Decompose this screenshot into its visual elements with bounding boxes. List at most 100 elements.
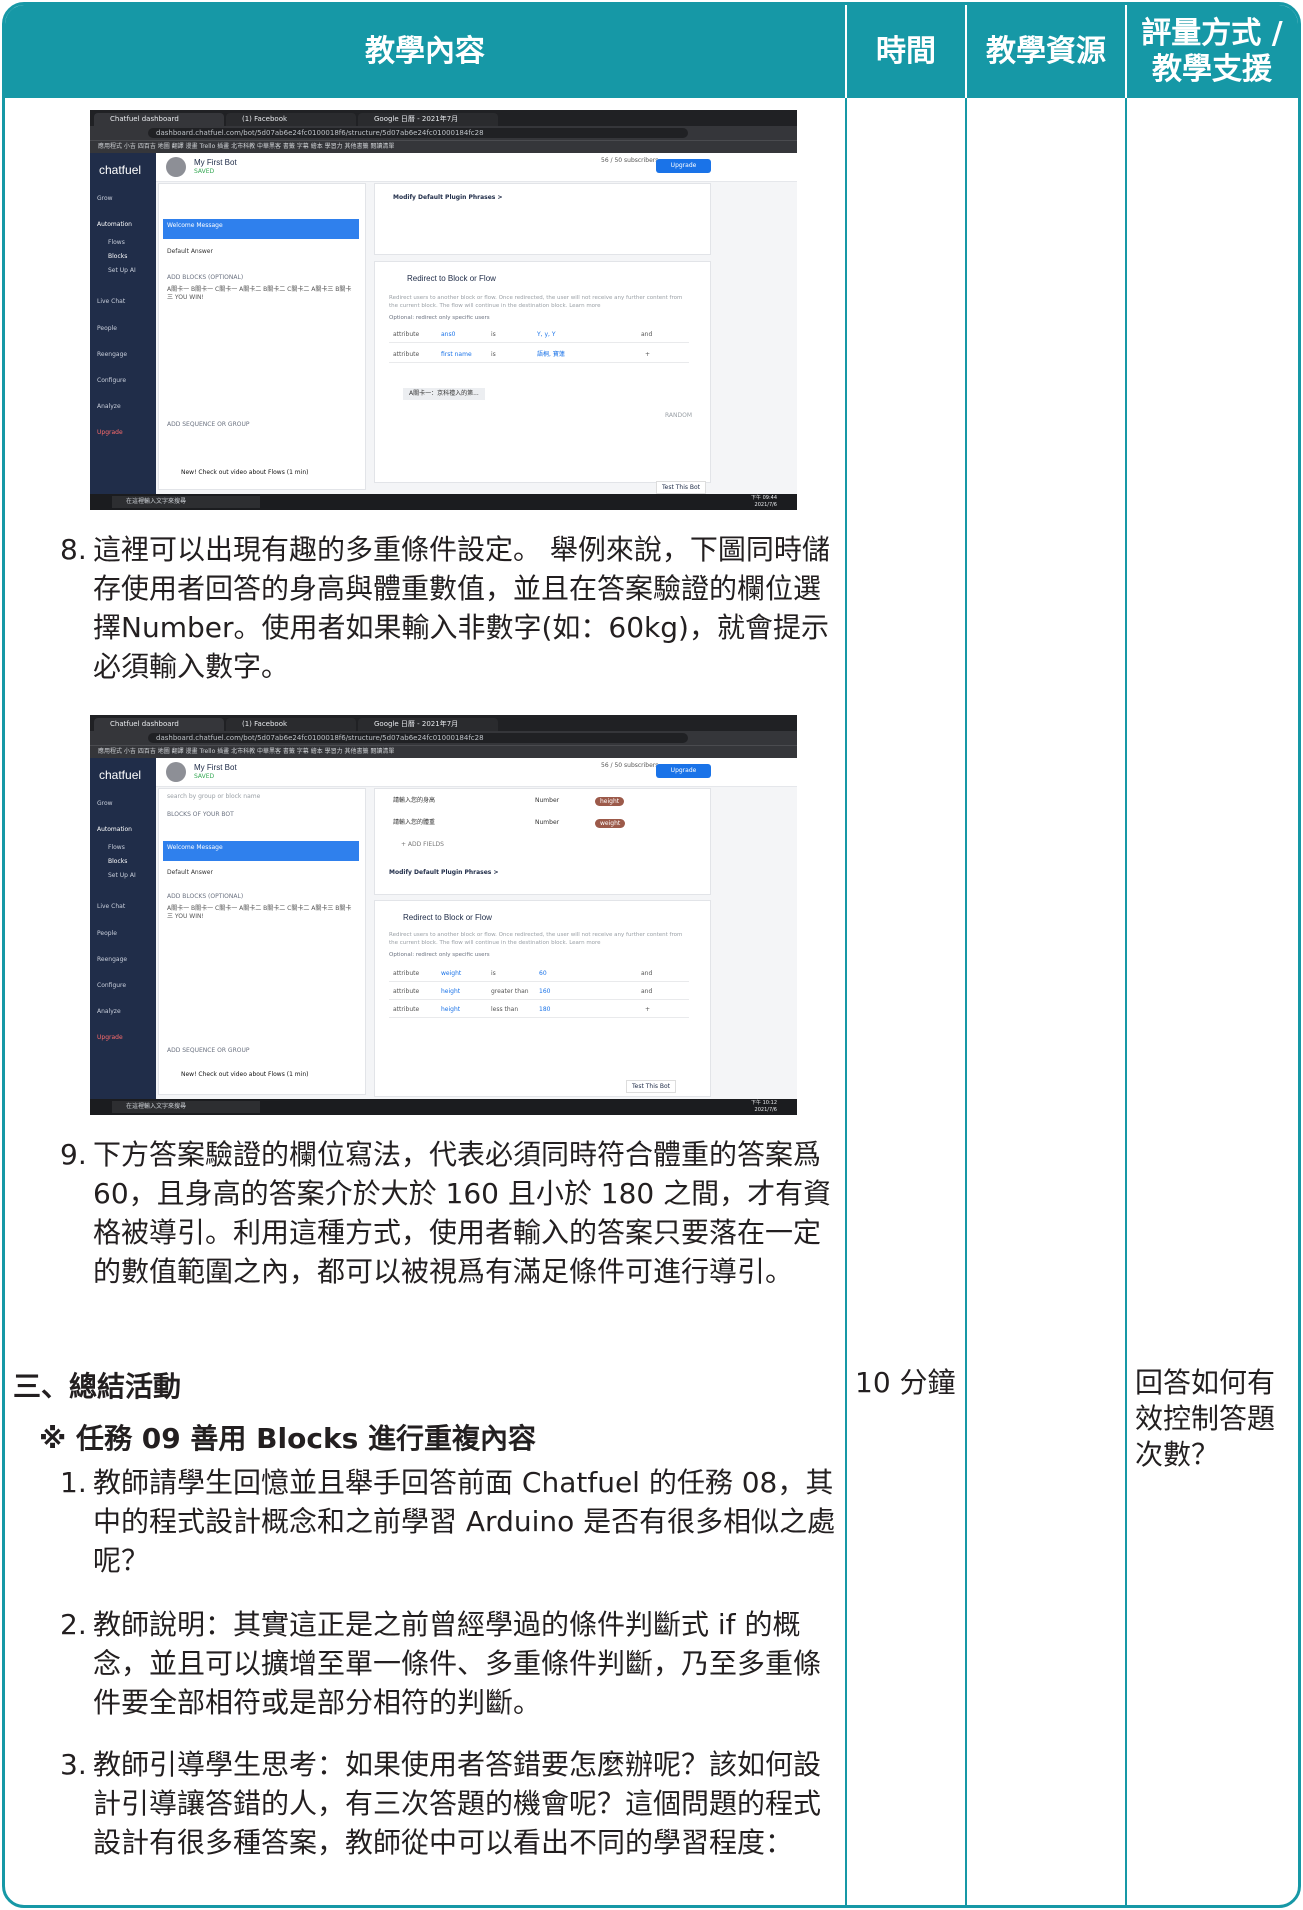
summary-item-3: 教師引導學生思考：如果使用者答錯要怎麼辦呢？該如何設計引導讓答錯的人，有三次答題… <box>93 1748 822 1859</box>
summary-item-1: 教師請學生回憶並且舉手回答前面 Chatfuel 的任務 08，其中的程式設計概… <box>93 1466 836 1577</box>
blocks-panel: search by group or block name BLOCKS OF … <box>158 788 366 1095</box>
chatfuel-main: My First Bot SAVED 56 / 50 subscribers U… <box>156 153 797 494</box>
add-blocks-label: ADD BLOCKS (OPTIONAL) <box>167 274 244 281</box>
taskbar-search: 在這裡輸入文字來搜尋 <box>112 1101 260 1113</box>
url-field: dashboard.chatfuel.com/bot/5d07ab6e24fc0… <box>148 733 688 743</box>
sidebar-item-setup-ai: Set Up AI <box>108 872 136 879</box>
header-assessment-line1: 評量方式 / <box>1141 15 1283 51</box>
item-number: 9. <box>60 1138 87 1171</box>
redirect-panel: Redirect to Block or Flow Redirect users… <box>374 261 711 483</box>
condition-row: attribute first name is 語桐, 寶蓮 + <box>389 348 689 363</box>
header-assessment: 評量方式 / 教學支援 <box>1127 5 1297 98</box>
item-number: 1. <box>60 1466 87 1499</box>
block-grid: A關卡一 B關卡一 C關卡一 A關卡二 B關卡二 C關卡二 A關卡三 B關卡三 … <box>167 286 352 301</box>
upgrade-button: Upgrade <box>656 159 711 173</box>
assessment-text: 回答如何有效控制答題次數？ <box>1135 1366 1276 1471</box>
modify-phrases: Modify Default Plugin Phrases > <box>393 194 503 201</box>
attribute-chip: weight <box>595 819 626 828</box>
chatfuel-main: My First Bot SAVED 56 / 50 subscribers U… <box>156 758 797 1099</box>
chatfuel-topbar: My First Bot SAVED 56 / 50 subscribers U… <box>156 153 797 182</box>
column-divider <box>845 5 847 1905</box>
task-title: ※ 任務 09 善用 Blocks 進行重複內容 <box>39 1422 536 1455</box>
sidebar-item-automation: Automation <box>97 826 132 833</box>
redirect-description: Redirect users to another block or flow.… <box>389 295 683 309</box>
browser-tab: Google 日曆 - 2021年7月 <box>358 113 498 126</box>
address-bar: dashboard.chatfuel.com/bot/5d07ab6e24fc0… <box>90 126 797 140</box>
chatfuel-screenshot-2: Chatfuel dashboard (1) Facebook Google 日… <box>90 715 797 1115</box>
column-divider <box>965 5 967 1905</box>
condition-row: attribute ans0 is Y, y, Y and <box>389 328 689 343</box>
sidebar-item-grow: Grow <box>97 800 113 807</box>
welcome-block: Welcome Message <box>163 841 359 861</box>
chatfuel-sidebar: chatfuel Grow Automation Flows Blocks Se… <box>90 758 156 1099</box>
sidebar-item-people: People <box>97 930 117 937</box>
condition-row: attribute height less than 180 + <box>389 1003 689 1018</box>
chatfuel-topbar: My First Bot SAVED 56 / 50 subscribers U… <box>156 758 797 787</box>
item-number: 8. <box>60 533 87 566</box>
sidebar-item-live-chat: Live Chat <box>97 298 126 305</box>
summary-item-2: 教師說明：其實這正是之前曾經學過的條件判斷式 if 的概念，並且可以擴增至單一條… <box>93 1608 822 1719</box>
condition-row: attribute weight is 60 and <box>389 967 689 982</box>
sidebar-item-analyze: Analyze <box>97 1008 121 1015</box>
item-8-text: 這裡可以出現有趣的多重條件設定。 舉例來說，下圖同時儲存使用者回答的身高與體重數… <box>93 533 830 683</box>
taskbar-clock: 下午 10:12 2021/7/6 <box>751 1100 777 1113</box>
sidebar-item-setup-ai: Set Up AI <box>108 267 136 274</box>
lesson-table: 教學內容 時間 教學資源 評量方式 / 教學支援 Chatfuel dashbo… <box>2 2 1301 1908</box>
redirect-title: Redirect to Block or Flow <box>407 274 496 283</box>
test-bot-button: Test This Bot <box>656 481 707 494</box>
taskbar-search: 在這裡輸入文字來搜尋 <box>112 496 260 508</box>
sidebar-item-live-chat: Live Chat <box>97 903 126 910</box>
bot-status: SAVED <box>194 168 215 175</box>
sidebar-item-configure: Configure <box>97 377 127 384</box>
header-time: 時間 <box>876 33 936 69</box>
header-divider <box>965 5 967 98</box>
redirect-panel: Redirect to Block or Flow Redirect users… <box>374 900 711 1097</box>
bookmarks-bar: 應用程式 小吉 四百吉 地圖 翻譯 漫畫 Trello 插畫 北市科教 中華黑客… <box>90 140 797 153</box>
random-toggle: RANDOM <box>665 412 693 419</box>
section-title: 三、總結活動 <box>13 1370 182 1403</box>
header-assessment-line2: 教學支援 <box>1152 51 1272 87</box>
bot-name: My First Bot <box>194 763 237 772</box>
upgrade-button: Upgrade <box>656 764 711 778</box>
sidebar-item-automation: Automation <box>97 221 132 228</box>
add-blocks-label: ADD BLOCKS (OPTIONAL) <box>167 893 244 900</box>
default-answer-block: Default Answer <box>167 248 213 255</box>
fields-panel: 請輸入您的身高 Number height 請輸入您的體重 Number wei… <box>374 788 711 895</box>
header-content: 教學內容 <box>365 33 485 69</box>
chatfuel-logo: chatfuel <box>99 163 142 177</box>
address-bar: dashboard.chatfuel.com/bot/5d07ab6e24fc0… <box>90 731 797 745</box>
welcome-block: Welcome Message <box>163 219 359 239</box>
modify-phrases: Modify Default Plugin Phrases > <box>389 869 499 876</box>
redirect-target: A關卡一：京科禮入的第... <box>403 388 485 400</box>
page: 教學內容 時間 教學資源 評量方式 / 教學支援 Chatfuel dashbo… <box>0 0 1303 1910</box>
sidebar-item-reengage: Reengage <box>97 956 128 963</box>
plugin-panel: Modify Default Plugin Phrases > <box>374 183 711 255</box>
subscribers-count: 56 / 50 subscribers <box>601 762 659 769</box>
sidebar-item-analyze: Analyze <box>97 403 121 410</box>
taskbar-clock: 下午 09:44 2021/7/6 <box>751 495 777 508</box>
browser-tabs: Chatfuel dashboard (1) Facebook Google 日… <box>90 110 797 126</box>
sidebar-item-upgrade: Upgrade <box>97 1034 123 1041</box>
field-weight-question: 請輸入您的體重 <box>393 819 436 826</box>
header-divider <box>845 5 847 98</box>
url-field: dashboard.chatfuel.com/bot/5d07ab6e24fc0… <box>148 128 688 138</box>
redirect-description: Redirect users to another block or flow.… <box>389 932 683 946</box>
condition-row: attribute height greater than 160 and <box>389 985 689 1000</box>
table-header: 教學內容 時間 教學資源 評量方式 / 教學支援 <box>5 5 1298 98</box>
bot-name: My First Bot <box>194 158 237 167</box>
blocks-label: BLOCKS OF YOUR BOT <box>167 811 234 818</box>
add-sequence-label: ADD SEQUENCE OR GROUP <box>167 421 250 428</box>
block-search: search by group or block name <box>167 793 261 800</box>
item-9-text: 下方答案驗證的欄位寫法，代表必須同時符合體重的答案爲 60，且身高的答案介於大於… <box>93 1138 832 1288</box>
field-height-question: 請輸入您的身高 <box>393 797 436 804</box>
windows-taskbar: 在這裡輸入文字來搜尋 下午 09:44 2021/7/6 <box>90 494 797 510</box>
bot-status: SAVED <box>194 773 215 780</box>
browser-tab: Chatfuel dashboard <box>94 718 224 731</box>
attribute-chip: height <box>595 797 625 806</box>
flows-video-link: New! Check out video about Flows (1 min) <box>181 469 309 476</box>
column-divider <box>1125 5 1127 1905</box>
subscribers-count: 56 / 50 subscribers <box>601 157 659 164</box>
item-number: 3. <box>60 1748 87 1781</box>
browser-tab: Chatfuel dashboard <box>94 113 224 126</box>
bookmarks-bar: 應用程式 小吉 四百吉 地圖 翻譯 漫畫 Trello 插畫 北市科教 中華黑客… <box>90 745 797 758</box>
